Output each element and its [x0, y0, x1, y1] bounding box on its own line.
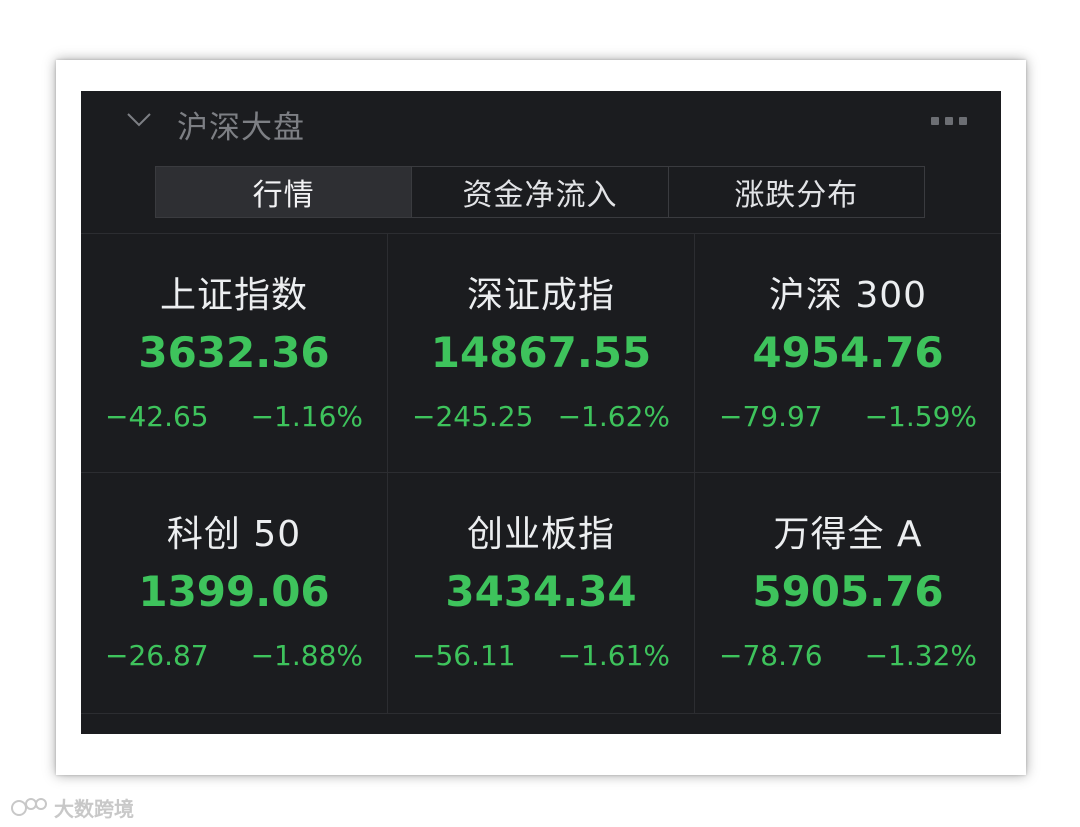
- tab-bar: 行情 资金净流入 涨跌分布: [155, 166, 925, 218]
- tab-distribution[interactable]: 涨跌分布: [669, 167, 924, 217]
- panel-title: 沪深大盘: [177, 110, 305, 146]
- watermark-logo-icon: [11, 797, 47, 816]
- index-change: −56.11: [412, 639, 516, 672]
- index-change-pct: −1.88%: [250, 639, 363, 672]
- index-name: 万得全 A: [773, 514, 923, 555]
- index-value: 4954.76: [752, 328, 944, 377]
- index-change: −26.87: [105, 639, 209, 672]
- index-card-star50[interactable]: 科创 50 1399.06 −26.87 −1.88%: [81, 473, 388, 714]
- index-change-pct: −1.62%: [557, 400, 670, 433]
- index-card-wind-a[interactable]: 万得全 A 5905.76 −78.76 −1.32%: [695, 473, 1001, 714]
- index-name: 上证指数: [159, 275, 308, 316]
- index-change: −245.25: [412, 400, 534, 433]
- index-value: 5905.76: [752, 567, 944, 616]
- index-name: 创业板指: [466, 514, 615, 555]
- index-change-pct: −1.32%: [864, 639, 977, 672]
- tab-net-inflow[interactable]: 资金净流入: [412, 167, 669, 217]
- index-change: −79.97: [719, 400, 823, 433]
- index-change-pct: −1.61%: [557, 639, 670, 672]
- index-change-pct: −1.16%: [250, 400, 363, 433]
- index-change-pct: −1.59%: [864, 400, 977, 433]
- index-card-csi300[interactable]: 沪深 300 4954.76 −79.97 −1.59%: [695, 234, 1001, 473]
- index-value: 1399.06: [138, 567, 330, 616]
- index-card-sse[interactable]: 上证指数 3632.36 −42.65 −1.16%: [81, 234, 388, 473]
- watermark: 大数跨境: [10, 793, 134, 822]
- index-value: 3632.36: [138, 328, 330, 377]
- index-grid: 上证指数 3632.36 −42.65 −1.16% 深证成指 14867.55…: [81, 233, 1001, 714]
- watermark-text: 大数跨境: [54, 797, 134, 821]
- index-change: −42.65: [105, 400, 209, 433]
- index-card-szse[interactable]: 深证成指 14867.55 −245.25 −1.62%: [388, 234, 695, 473]
- chevron-down-icon[interactable]: [125, 105, 153, 133]
- market-overview-panel: 沪深大盘 行情 资金净流入 涨跌分布 上证指数 3632.36 −42.65 −…: [81, 91, 1001, 734]
- index-name: 科创 50: [166, 514, 302, 555]
- index-name: 沪深 300: [768, 275, 928, 316]
- panel-header: 沪深大盘: [81, 91, 1001, 153]
- index-change: −78.76: [719, 639, 823, 672]
- more-dots-icon[interactable]: [931, 117, 971, 129]
- index-value: 14867.55: [430, 328, 652, 377]
- index-card-chinext[interactable]: 创业板指 3434.34 −56.11 −1.61%: [388, 473, 695, 714]
- index-value: 3434.34: [445, 567, 637, 616]
- tab-market[interactable]: 行情: [156, 167, 413, 217]
- index-name: 深证成指: [466, 275, 615, 316]
